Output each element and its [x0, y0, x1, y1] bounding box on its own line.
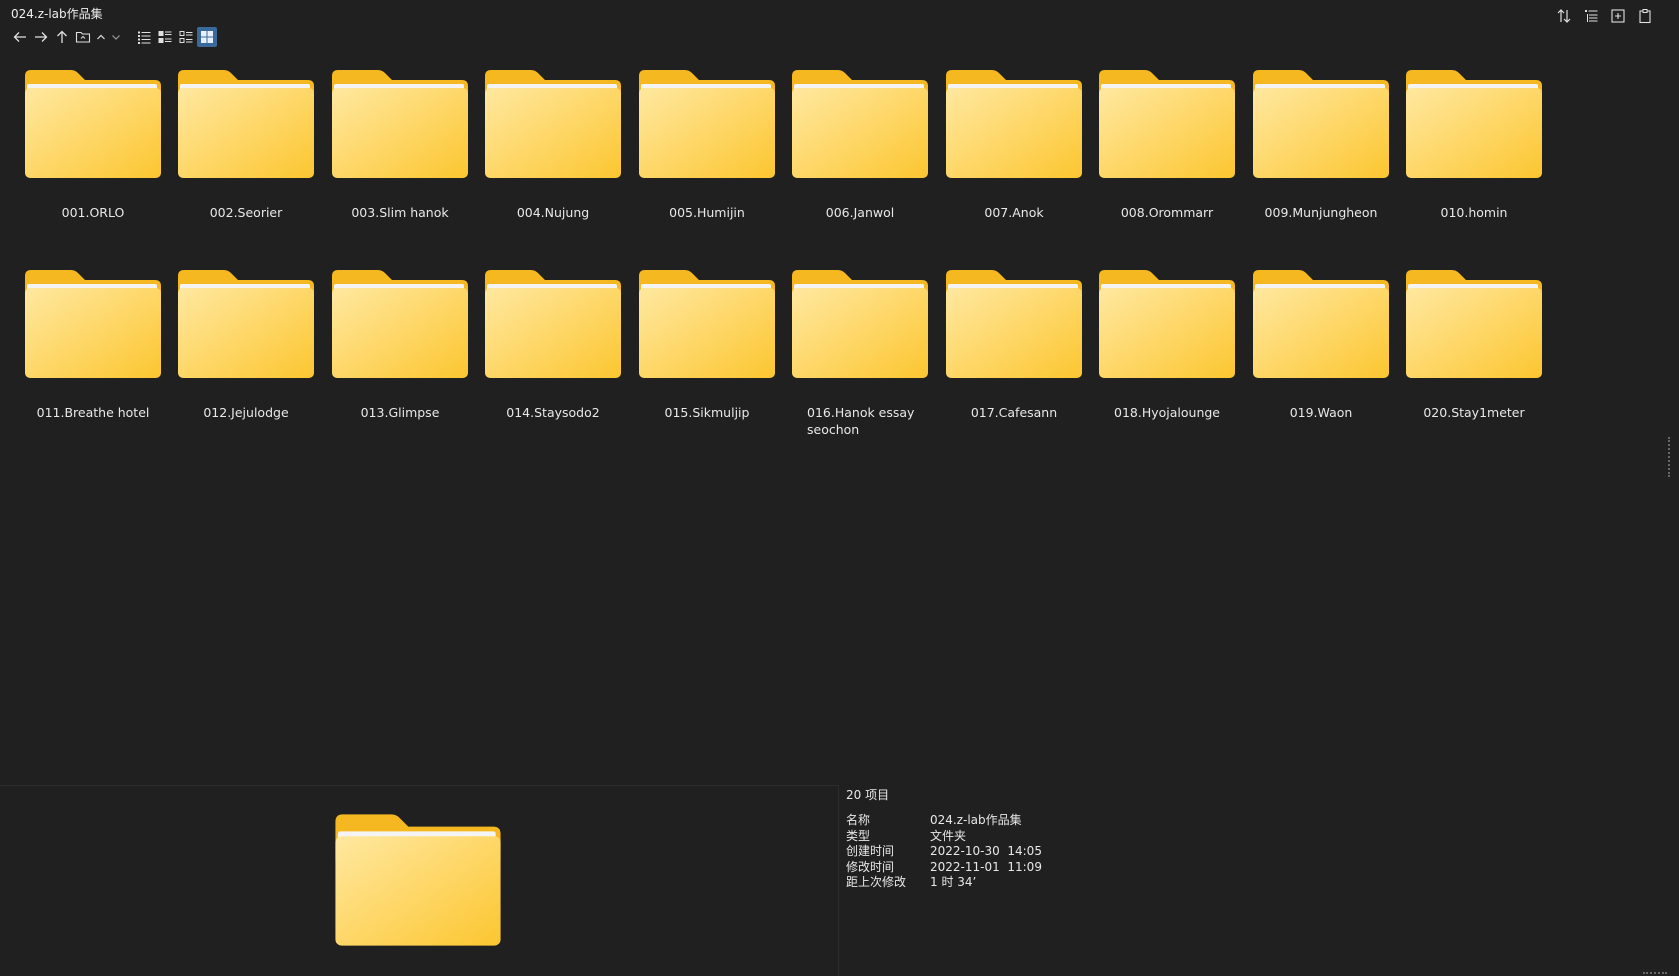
preview-folder-icon — [333, 812, 503, 952]
folder-item[interactable]: 002.Seorier — [171, 68, 321, 221]
folder-icon — [1092, 68, 1242, 180]
folder-icon — [785, 268, 935, 380]
folder-icon[interactable] — [73, 27, 93, 47]
folder-label: 017.Cafesann — [970, 405, 1058, 420]
folder-label: 007.Anok — [984, 205, 1044, 220]
details-key: 距上次修改 — [846, 875, 907, 889]
details-row: 距上次修改 1 时 34’ — [846, 875, 1042, 891]
up-arrow-icon[interactable] — [52, 27, 72, 47]
resize-grip[interactable] — [1643, 969, 1667, 974]
folder-icon — [478, 268, 628, 380]
details-value: 1 时 34’ — [930, 875, 977, 889]
folder-icon — [171, 68, 321, 180]
folder-label: 008.Orommarr — [1120, 205, 1214, 220]
folder-icon — [939, 68, 1089, 180]
top-right-toolbar — [1553, 6, 1657, 26]
folder-icon — [1246, 268, 1396, 380]
folder-item[interactable]: 018.Hyojalounge — [1092, 268, 1242, 421]
folder-icon — [18, 268, 168, 380]
folder-icon — [325, 68, 475, 180]
folder-item[interactable]: 004.Nujung — [478, 68, 628, 221]
details-pane: 20 项目 名称 024.z-lab作品集类型 文件夹创建时间 2022-10-30 … — [846, 786, 1042, 891]
folder-icon — [1399, 68, 1549, 180]
folder-icon — [171, 268, 321, 380]
folder-label: 009.Munjungheon — [1264, 205, 1378, 220]
folder-label: 015.Sikmuljip — [664, 405, 750, 420]
details-key: 类型 — [846, 828, 871, 843]
folder-label: 004.Nujung — [516, 205, 590, 220]
folder-label: 012.Jejulodge — [203, 405, 289, 420]
folder-label: 014.Staysodo2 — [506, 405, 600, 420]
details-key: 名称 — [846, 813, 871, 827]
folder-label: 013.Glimpse — [360, 405, 440, 420]
folder-icon — [1399, 268, 1549, 380]
folder-item[interactable]: 005.Humijin — [632, 68, 782, 221]
folder-item[interactable]: 020.Stay1meter — [1399, 268, 1549, 421]
folder-label: 018.Hyojalounge — [1114, 405, 1220, 420]
folder-icon — [325, 268, 475, 380]
details-value: 2022-10-30 14:05 — [930, 844, 1042, 858]
folder-item[interactable]: 012.Jejulodge — [171, 268, 321, 421]
folder-item[interactable]: 014.Staysodo2 — [478, 268, 628, 421]
forward-arrow-icon[interactable] — [31, 27, 51, 47]
folder-icon — [632, 268, 782, 380]
folder-label: 016.Hanok essay seochon — [807, 405, 915, 437]
folder-icon — [1092, 268, 1242, 380]
folder-item[interactable]: 017.Cafesann — [939, 268, 1089, 421]
add-pane-icon[interactable] — [1607, 6, 1629, 26]
details-value: 文件夹 — [930, 828, 967, 843]
clipboard-icon[interactable] — [1634, 6, 1656, 26]
sort-icon[interactable] — [1553, 6, 1575, 26]
folder-label: 005.Humijin — [669, 205, 745, 220]
folder-item[interactable]: 015.Sikmuljip — [632, 268, 782, 421]
details-value: 2022-11-01 11:09 — [930, 859, 1042, 874]
file-explorer-window: 024.z-lab作品集 001.ORLO 002.Seorier 003.Sl… — [0, 0, 1679, 976]
folder-icon — [1246, 68, 1396, 180]
folder-item[interactable]: 013.Glimpse — [325, 268, 475, 421]
chevron-down-icon[interactable] — [109, 27, 123, 47]
scrollbar-handle[interactable] — [1668, 437, 1673, 477]
folder-label: 006.Janwol — [825, 205, 895, 220]
folder-label: 001.ORLO — [61, 205, 125, 220]
folder-icon — [939, 268, 1089, 380]
list-view-icon[interactable] — [134, 27, 154, 47]
folder-item[interactable]: 001.ORLO — [18, 68, 168, 221]
folder-item[interactable]: 016.Hanok essay seochon — [785, 268, 935, 438]
details-row: 类型 文件夹 — [846, 829, 1042, 845]
folder-label: 002.Seorier — [209, 205, 283, 220]
item-count: 20 项目 — [846, 788, 890, 802]
folder-item[interactable]: 008.Orommarr — [1092, 68, 1242, 221]
folder-label: 020.Stay1meter — [1423, 405, 1525, 420]
folder-label: 011.Breathe hotel — [36, 405, 150, 420]
window-title: 024.z-lab作品集 — [11, 7, 103, 21]
details-row: 修改时间 2022-11-01 11:09 — [846, 860, 1042, 876]
folder-item[interactable]: 003.Slim hanok — [325, 68, 475, 221]
folder-icon — [18, 68, 168, 180]
folder-item[interactable]: 010.homin — [1399, 68, 1549, 221]
folder-icon — [632, 68, 782, 180]
folder-icon — [785, 68, 935, 180]
folder-item[interactable]: 019.Waon — [1246, 268, 1396, 421]
folder-item[interactable]: 009.Munjungheon — [1246, 68, 1396, 221]
folder-item[interactable]: 011.Breathe hotel — [18, 268, 168, 421]
large-icons-view-icon[interactable] — [197, 27, 217, 47]
folder-icon — [478, 68, 628, 180]
details-value: 024.z-lab作品集 — [930, 813, 1022, 827]
chevron-up-icon[interactable] — [94, 27, 108, 47]
back-arrow-icon[interactable] — [10, 27, 30, 47]
folder-label: 019.Waon — [1289, 405, 1353, 420]
folder-label: 010.homin — [1440, 205, 1508, 220]
folder-item[interactable]: 006.Janwol — [785, 68, 935, 221]
preview-pane — [0, 785, 839, 976]
folder-item[interactable]: 007.Anok — [939, 68, 1089, 221]
details-row: 名称 024.z-lab作品集 — [846, 813, 1042, 829]
details-key: 创建时间 — [846, 844, 895, 858]
group-icon[interactable] — [1580, 6, 1602, 26]
toolbar — [10, 27, 218, 47]
details-row: 创建时间 2022-10-30 14:05 — [846, 844, 1042, 860]
details-view-icon[interactable] — [155, 27, 175, 47]
details-key: 修改时间 — [846, 859, 895, 874]
tiles-view-icon[interactable] — [176, 27, 196, 47]
folder-label: 003.Slim hanok — [351, 205, 449, 220]
